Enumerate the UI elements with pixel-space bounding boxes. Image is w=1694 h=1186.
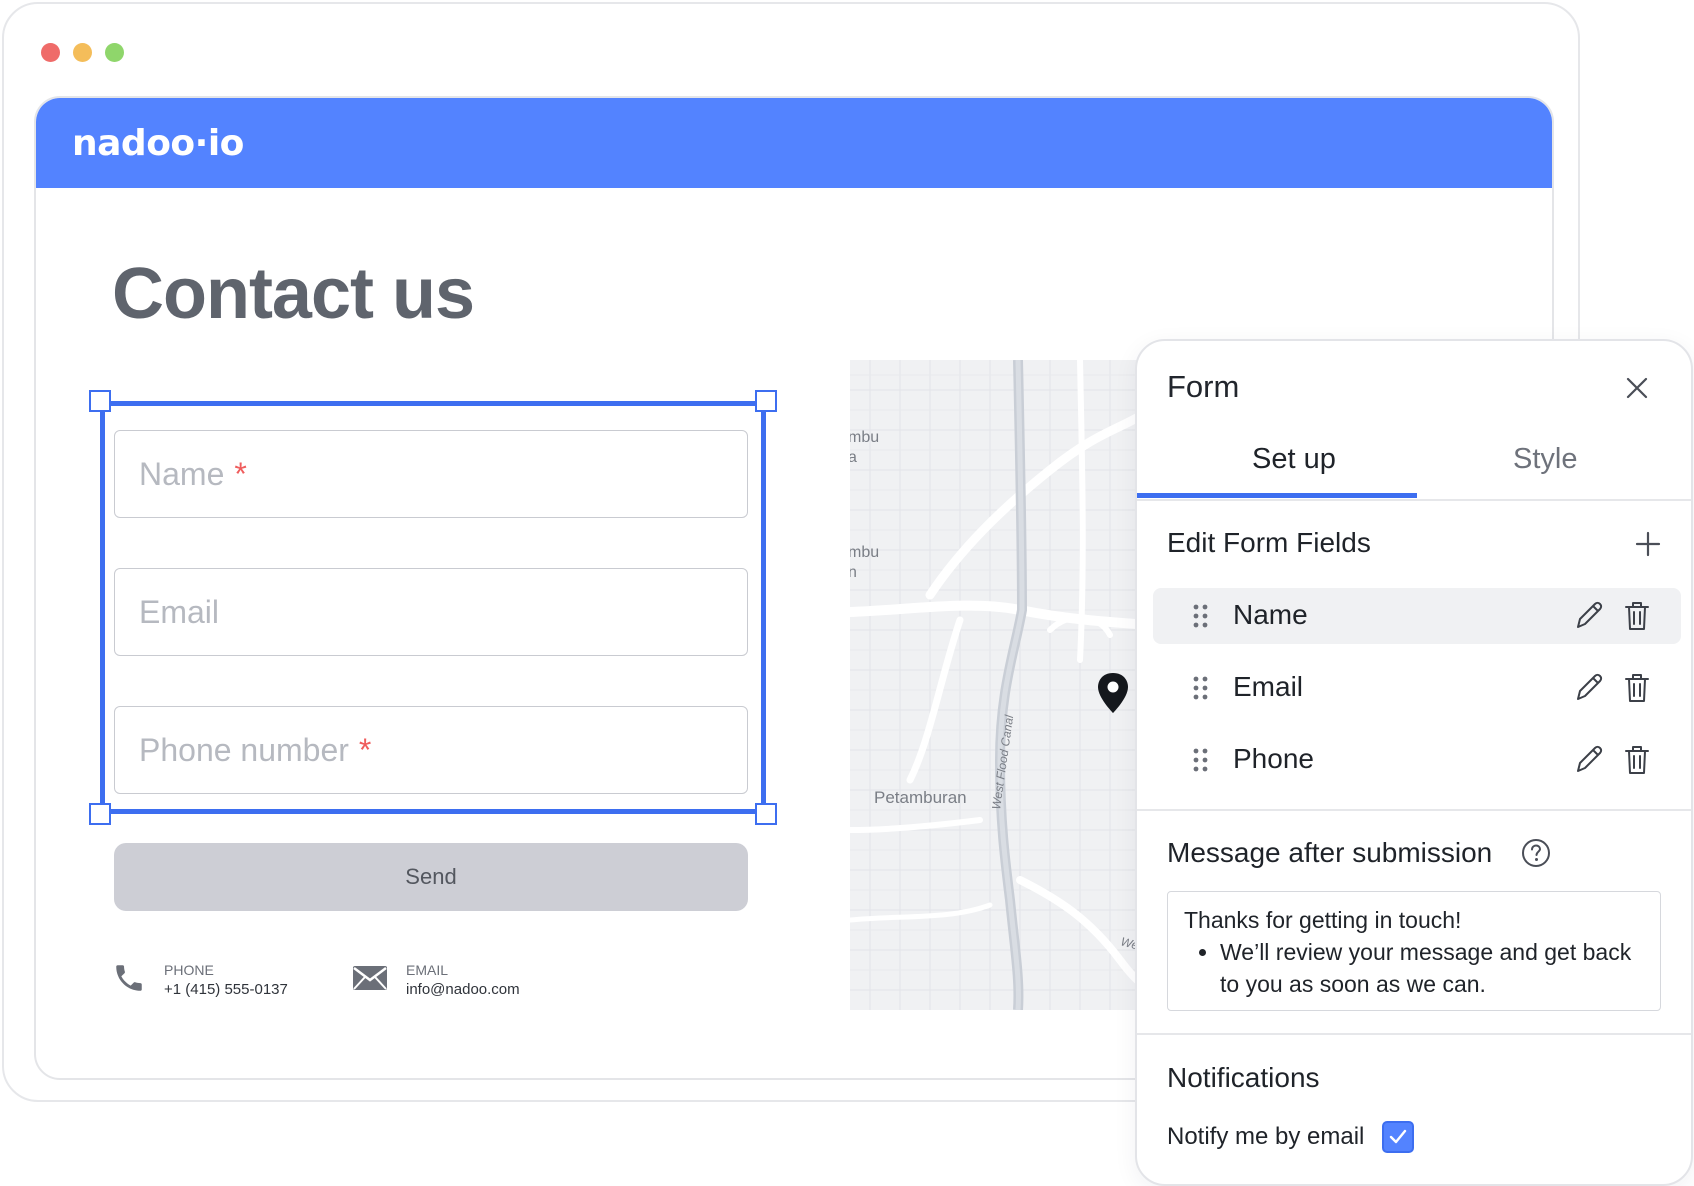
trash-icon[interactable] (1623, 600, 1651, 637)
drag-handle-icon[interactable] (1193, 748, 1209, 777)
window-close-dot[interactable] (41, 43, 60, 62)
form-settings-panel: Form Set up Style Edit Form Fields Name … (1135, 339, 1693, 1186)
required-mark: * (234, 455, 247, 492)
site-header: nadoo·io (36, 98, 1552, 188)
tab-setup[interactable]: Set up (1252, 443, 1336, 476)
resize-handle-top-right[interactable] (755, 390, 777, 412)
resize-handle-bottom-right[interactable] (755, 803, 777, 825)
panel-tabs: Set up Style (1137, 421, 1691, 501)
contact-phone: PHONE +1 (415) 555-0137 (112, 960, 288, 1000)
form-field-row[interactable]: Phone (1153, 732, 1681, 788)
form-field-row[interactable]: Name (1153, 588, 1681, 644)
map-label: a (850, 449, 857, 466)
tab-style[interactable]: Style (1513, 443, 1577, 476)
resize-handle-top-left[interactable] (89, 390, 111, 412)
map-label: mbu (850, 429, 879, 446)
pencil-icon[interactable] (1573, 672, 1605, 709)
phone-icon (112, 961, 146, 1000)
checkmark-icon (1390, 1129, 1407, 1144)
form-field-row[interactable]: Email (1153, 660, 1681, 716)
map-label-petamburan: Petamburan (874, 788, 967, 807)
message-bullet: We’ll review your message and get back t… (1220, 936, 1644, 1000)
active-tab-indicator (1137, 493, 1417, 498)
map-label: n (850, 564, 857, 581)
pencil-icon[interactable] (1573, 744, 1605, 781)
notify-email-checkbox[interactable] (1382, 1121, 1415, 1153)
drag-handle-icon[interactable] (1193, 676, 1209, 705)
send-button[interactable]: Send (114, 843, 748, 911)
add-field-icon[interactable] (1635, 531, 1661, 557)
email-label: EMAIL (406, 962, 449, 978)
resize-handle-bottom-left[interactable] (89, 803, 111, 825)
submission-message-editor[interactable]: Thanks for getting in touch! We’ll revie… (1167, 891, 1661, 1011)
phone-placeholder: Phone number (139, 731, 349, 768)
phone-value[interactable]: +1 (415) 555-0137 (164, 980, 288, 1000)
map[interactable]: mbu a mbu n K Petamburan West Flood Cana… (850, 360, 1150, 1010)
name-field[interactable]: Name * (114, 430, 748, 518)
notify-label: Notify me by email (1167, 1123, 1365, 1150)
drag-handle-icon[interactable] (1193, 604, 1209, 633)
trash-icon[interactable] (1623, 672, 1651, 709)
brand-logo[interactable]: nadoo·io (66, 118, 244, 168)
close-icon[interactable] (1624, 375, 1650, 401)
email-value[interactable]: info@nadoo.com (406, 980, 520, 1000)
required-mark: * (358, 731, 372, 768)
email-field[interactable]: Email (114, 568, 748, 656)
panel-title: Form (1167, 369, 1240, 404)
field-name: Email (1233, 671, 1304, 702)
logo-text: nadoo·io (72, 122, 244, 164)
notifications-heading: Notifications (1167, 1062, 1320, 1093)
edit-form-fields-heading: Edit Form Fields (1167, 527, 1371, 558)
trash-icon[interactable] (1623, 744, 1651, 781)
envelope-icon (352, 964, 388, 997)
pencil-icon[interactable] (1573, 600, 1605, 637)
help-icon[interactable] (1521, 838, 1551, 868)
phone-field[interactable]: Phone number * (114, 706, 748, 794)
field-name: Name (1233, 599, 1308, 630)
contact-email: EMAIL info@nadoo.com (352, 960, 520, 1000)
section-divider (1137, 809, 1691, 811)
message-after-submission-heading: Message after submission (1167, 837, 1493, 868)
name-placeholder: Name (139, 455, 225, 492)
email-placeholder: Email (139, 593, 220, 630)
map-label: mbu (850, 544, 879, 561)
section-divider (1137, 1033, 1691, 1035)
window-maximize-dot[interactable] (105, 43, 124, 62)
message-line: Thanks for getting in touch! (1184, 907, 1462, 933)
window-minimize-dot[interactable] (73, 43, 92, 62)
page-title: Contact us (112, 254, 475, 334)
field-name: Phone (1233, 743, 1314, 774)
notify-by-email-row: Notify me by email (1167, 1121, 1415, 1153)
phone-label: PHONE (164, 962, 214, 978)
